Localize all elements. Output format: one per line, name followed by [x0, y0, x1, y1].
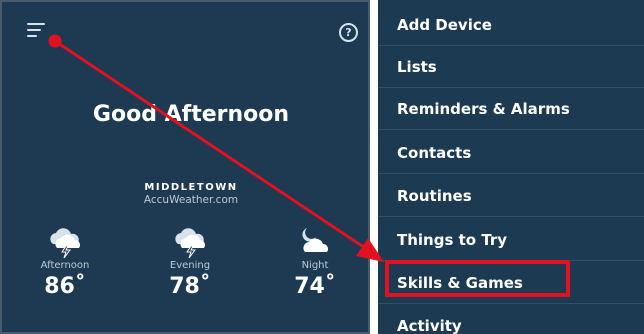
greeting-title: Good Afternoon: [92, 102, 290, 127]
thunderstorm-cloud-icon: [50, 228, 80, 258]
menu-item-activity[interactable]: Activity: [378, 305, 644, 334]
moon-cloud-icon: [302, 228, 328, 252]
forecast-temperature: 78˚: [169, 274, 211, 299]
menu-panel: Add Device Lists Reminders & Alarms Cont…: [378, 0, 644, 334]
forecast-evening: Evening 78˚: [145, 226, 235, 316]
forecast-temperature: 86˚: [44, 274, 86, 299]
thunderstorm-cloud-icon: [175, 228, 205, 258]
forecast-temperature: 74˚: [294, 274, 336, 299]
menu-item-add-device[interactable]: Add Device: [378, 4, 644, 46]
panel-divider: [370, 0, 378, 334]
forecast-period: Evening: [169, 260, 211, 271]
home-panel: ? Good Afternoon MIDDLETOWN AccuWeather.…: [0, 0, 370, 334]
menu-item-contacts[interactable]: Contacts: [378, 132, 644, 174]
forecast-period: Afternoon: [40, 260, 90, 271]
forecast-afternoon: Afternoon 86˚: [20, 226, 110, 316]
weather-location: MIDDLETOWN: [144, 182, 238, 193]
weather-source-link[interactable]: AccuWeather.com: [0, 194, 370, 206]
forecast-period: Night: [301, 260, 329, 271]
menu-item-reminders-alarms[interactable]: Reminders & Alarms: [378, 88, 644, 130]
help-icon[interactable]: ?: [339, 23, 358, 42]
menu-item-skills-games[interactable]: Skills & Games: [378, 262, 644, 304]
menu-item-lists[interactable]: Lists: [378, 46, 644, 88]
menu-item-things-to-try[interactable]: Things to Try: [378, 219, 644, 261]
hamburger-menu-icon[interactable]: [27, 23, 45, 38]
forecast-night: Night 74˚: [270, 226, 360, 316]
menu-item-routines[interactable]: Routines: [378, 175, 644, 217]
